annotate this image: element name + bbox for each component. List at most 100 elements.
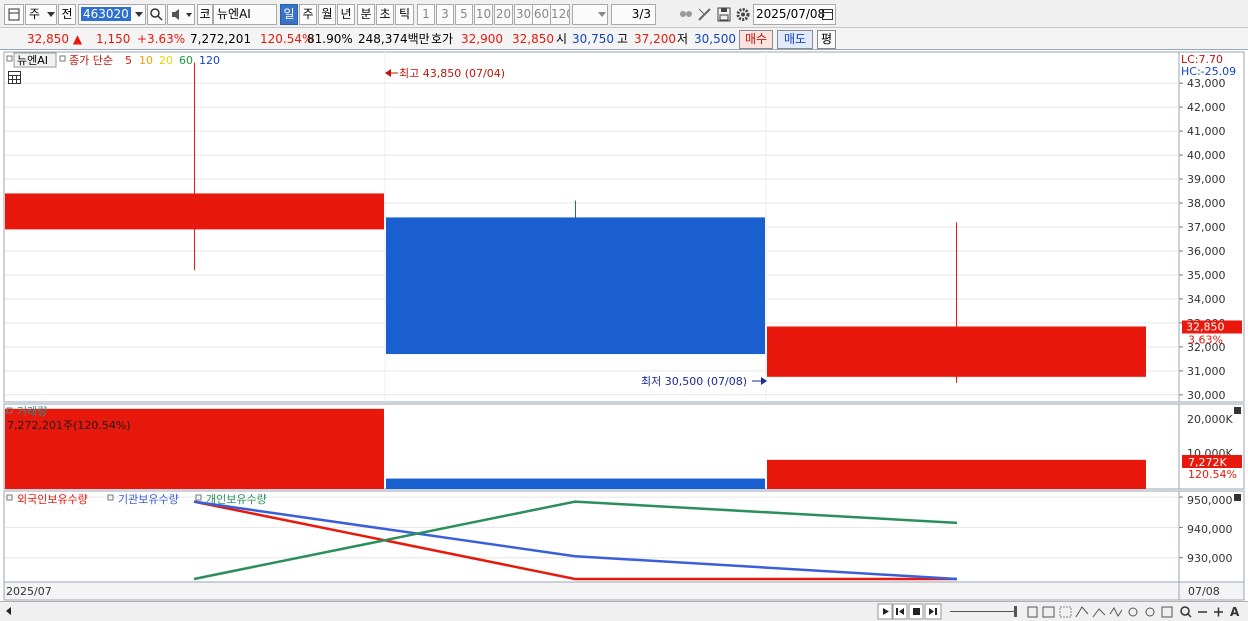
candle-body[interactable] [767,326,1146,377]
line-tool-icon[interactable] [1092,608,1106,618]
period-second-button[interactable]: 초 [376,4,394,25]
interval-3-button[interactable]: 3 [436,4,454,25]
holdings-panel [3,490,1180,583]
interval-10-button[interactable]: 10 [474,4,493,25]
sound-button[interactable] [167,4,195,25]
bottom-scrollbar[interactable]: A [0,601,1248,621]
holdings-tick-label: 950,000 [1187,494,1233,507]
scroll-controls[interactable]: A [0,602,1248,621]
rewind-bar [896,608,898,615]
market-prefix: 코 [197,4,213,25]
interval-20-button[interactable]: 20 [494,4,513,25]
stop-icon [913,608,920,615]
buy-button[interactable]: 매수 [739,30,773,49]
date-picker[interactable]: 2025/07/08 [753,4,836,25]
candle-body[interactable] [386,217,765,355]
copy-icon[interactable] [1027,606,1038,618]
volume-bar[interactable] [386,478,765,489]
text-tool-icon[interactable]: A [1230,605,1240,619]
footer-left-date: 2025/07 [6,585,52,598]
interval-120-button[interactable]: 120 [550,4,570,25]
settings-button[interactable] [734,5,752,24]
period-type-select[interactable]: 주 [25,4,57,25]
current-price: 32,850 ▲ [27,31,82,47]
edit-tool-button[interactable] [696,5,714,24]
period-week-button[interactable]: 주 [299,4,317,25]
volume-title: 거래량 [17,405,47,418]
interval-5-button[interactable]: 5 [455,4,473,25]
volume-tick-label: 20,000K [1187,413,1233,426]
calendar-icon [822,9,833,20]
date-value: 2025/07/08 [756,7,826,21]
stock-label: 뉴엔AI [17,54,48,67]
period-minute-button[interactable]: 분 [357,4,375,25]
circle-tool-icon[interactable] [1128,607,1138,617]
period-tick-button[interactable]: 틱 [395,4,414,25]
close-panel-icon[interactable] [1234,494,1241,501]
stock-name-value: 뉴엔AI [217,7,251,21]
ma-period-20: 20 [159,54,173,67]
stock-code-input[interactable]: 463020 [78,4,146,25]
eval-button[interactable]: 평 [817,30,836,49]
low-annotation-text: 최저 30,500 (07/08) [641,375,747,388]
wave-icon[interactable] [1109,607,1123,617]
candle-body[interactable] [5,193,384,230]
date-axis [3,581,1180,601]
refresh-icon[interactable] [1145,607,1155,617]
speaker-icon [172,9,192,20]
interval-1-button[interactable]: 1 [417,4,435,25]
low-value: 30,500 [694,32,736,46]
zoom-icon[interactable] [1180,606,1190,616]
price-tick-label: 41,000 [1187,125,1226,138]
price-tick-label: 36,000 [1187,245,1226,258]
high-annotation: 최고 43,850 (07/04) [385,67,505,80]
trend-line-icon[interactable] [1075,606,1089,618]
interval-60-button[interactable]: 60 [532,4,551,25]
high-annotation-text: 최고 43,850 (07/04) [399,67,505,80]
price-change: 1,150 [96,32,131,46]
sell-button[interactable]: 매도 [777,30,813,49]
window-toggle-button[interactable] [4,4,24,25]
current-price-tag-text: 32,850 [1186,320,1225,333]
price-tick-label: 34,000 [1187,293,1226,306]
price-tick-label: 30,000 [1187,389,1226,402]
holdings-legend-individual: 개인보유수량 [206,493,267,506]
page-indicator: 3/3 [611,4,656,25]
price-tick-label: 39,000 [1187,173,1226,186]
prev-button[interactable]: 전 [58,4,76,25]
stock-chart[interactable]: 43,000 42,000 41,000 40,000 39,000 38,000 37,0… [0,51,1248,601]
close-panel-icon[interactable] [1234,407,1241,414]
current-change-tag-text: 3.63% [1188,333,1223,346]
price-tick-label: 38,000 [1187,197,1226,210]
stock-name-field[interactable]: 뉴엔AI [213,4,277,25]
volume-ratio-tag-text: 120.54% [1188,468,1237,481]
fast-forward-bar [935,608,937,615]
price-tick-label: 35,000 [1187,269,1226,282]
open-label: 시 [556,32,568,46]
period-day-button[interactable]: 일 [280,4,298,25]
bid-label: 호가 [431,32,454,46]
ask-price: 32,900 [461,32,503,46]
chevron-down-icon [135,12,143,17]
period-month-button[interactable]: 월 [318,4,336,25]
table-icon[interactable] [8,71,21,84]
interval-30-button[interactable]: 30 [514,4,533,25]
save-button[interactable] [715,5,733,24]
chevron-down-icon [598,12,606,17]
zoom-slider-thumb[interactable] [1014,606,1017,617]
stock-code-value: 463020 [81,7,131,21]
holdings-legend-institution: 기관보유수량 [118,493,179,506]
layout-icon [8,8,20,21]
window-icon[interactable] [1042,606,1055,618]
frame-icon[interactable] [1161,606,1173,618]
crosshair-tool-button[interactable] [677,5,695,24]
interval-select[interactable] [572,4,608,25]
holdings-legend-foreign: 외국인보유수량 [17,493,88,506]
search-button[interactable] [147,4,166,25]
volume-bar[interactable] [767,459,1146,489]
period-year-button[interactable]: 년 [337,4,355,25]
crosshair-icon [680,11,692,17]
chart-area[interactable]: 43,000 42,000 41,000 40,000 39,000 38,000 37,0… [0,51,1248,601]
select-icon[interactable] [1059,606,1072,618]
scroll-left-icon[interactable] [6,607,11,615]
